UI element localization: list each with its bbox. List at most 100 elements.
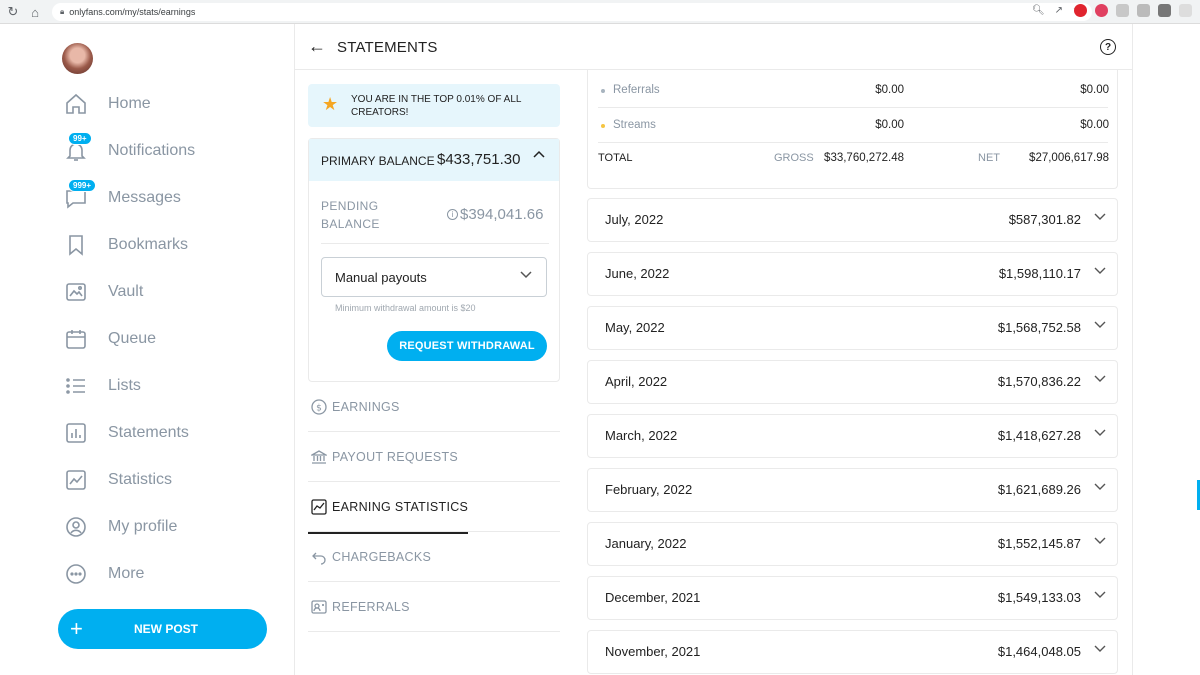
zoom-icon[interactable]: 🔍︎ <box>1032 5 1045 16</box>
menu-label: PAYOUT REQUESTS <box>332 449 459 464</box>
month-row-june-2022[interactable]: June, 2022 $1,598,110.17 <box>587 252 1118 296</box>
month-amount: $1,568,752.58 <box>997 320 1081 335</box>
sidebar-item-label: Statements <box>108 424 189 441</box>
sidebar-item-label: Queue <box>108 330 157 347</box>
sidebar-item-label: Notifications <box>108 142 196 159</box>
profile-icon <box>64 515 88 539</box>
summary-row-net: $0.00 <box>1080 84 1109 96</box>
info-icon[interactable]: i <box>447 209 458 220</box>
page-header: ← STATEMENTS ? <box>294 24 1132 70</box>
statements-icon <box>64 421 88 445</box>
sidebar-item-label: My profile <box>108 518 178 535</box>
summary-row-referrals: Referrals $0.00 $0.00 <box>588 74 1119 108</box>
vault-icon <box>64 280 88 304</box>
month-name: December, 2021 <box>605 590 701 605</box>
month-name: February, 2022 <box>605 482 693 497</box>
profile-square-icon[interactable] <box>1179 4 1192 17</box>
payout-method-value: Manual payouts <box>335 270 427 285</box>
month-row-july-2022[interactable]: July, 2022 $587,301.82 <box>587 198 1118 242</box>
puzzle-icon[interactable] <box>1158 4 1171 17</box>
sidebar-item-bookmarks[interactable]: Bookmarks <box>64 230 188 260</box>
menu-chargebacks[interactable]: CHARGEBACKS <box>308 532 560 582</box>
month-amount: $1,464,048.05 <box>997 644 1081 659</box>
menu-earnings[interactable]: $ EARNINGS <box>308 382 560 432</box>
month-row-february-2022[interactable]: February, 2022 $1,621,689.26 <box>587 468 1118 512</box>
summary-row-streams: Streams $0.00 $0.00 <box>588 109 1119 143</box>
extension-icon[interactable] <box>1116 4 1129 17</box>
home-icon <box>64 92 88 116</box>
month-name: May, 2022 <box>605 320 665 335</box>
chevron-down-icon <box>518 266 534 287</box>
sidebar-item-statements[interactable]: Statements <box>64 418 189 448</box>
earnings-summary-card: Referrals $0.00 $0.00 Streams $0.00 $0.0… <box>587 70 1118 189</box>
payout-method-select[interactable]: Manual payouts <box>321 257 547 297</box>
legend-dot <box>601 124 605 128</box>
sidebar-item-vault[interactable]: Vault <box>64 277 143 307</box>
month-row-january-2022[interactable]: January, 2022 $1,552,145.87 <box>587 522 1118 566</box>
menu-label: EARNING STATISTICS <box>332 499 469 514</box>
extension-icon[interactable] <box>1137 4 1150 17</box>
notification-badge: 99+ <box>68 132 92 145</box>
chevron-down-icon <box>1093 209 1107 226</box>
request-withdrawal-button[interactable]: REQUEST WITHDRAWAL <box>387 331 547 361</box>
month-amount: $587,301.82 <box>1008 212 1081 227</box>
share-icon[interactable]: ↗ <box>1055 5 1063 16</box>
divider <box>1132 24 1133 675</box>
menu-label: REFERRALS <box>332 599 410 614</box>
pending-balance-value: $394,041.66 <box>460 206 544 223</box>
bookmark-icon <box>64 233 88 257</box>
sidebar-item-my-profile[interactable]: My profile <box>64 512 177 542</box>
month-row-may-2022[interactable]: May, 2022 $1,568,752.58 <box>587 306 1118 350</box>
balance-card: PRIMARY BALANCE $433,751.30 PENDING BALA… <box>308 138 560 382</box>
month-amount: $1,598,110.17 <box>998 266 1081 281</box>
sidebar: Home 99+ Notifications 999+ Messages Boo… <box>0 24 294 675</box>
opera-extension-icon[interactable] <box>1074 4 1087 17</box>
sidebar-item-statistics[interactable]: Statistics <box>64 465 172 495</box>
sidebar-item-queue[interactable]: Queue <box>64 324 156 354</box>
month-row-december-2021[interactable]: December, 2021 $1,549,133.03 <box>587 576 1118 620</box>
chevron-down-icon <box>1093 371 1107 388</box>
menu-payout-requests[interactable]: PAYOUT REQUESTS <box>308 432 560 482</box>
dollar-icon: $ <box>310 398 328 416</box>
summary-row-gross: $0.00 <box>875 119 904 131</box>
chart-icon <box>310 498 328 516</box>
sidebar-item-label: Messages <box>108 189 181 206</box>
help-icon[interactable]: ? <box>1100 39 1116 55</box>
browser-toolbar: ↻ ⌂ 🔒︎ onlyfans.com/my/stats/earnings 🔍︎… <box>0 0 1200 24</box>
divider <box>321 243 549 244</box>
sidebar-item-label: Vault <box>108 283 144 300</box>
summary-row-net: $0.00 <box>1080 119 1109 131</box>
back-arrow-icon[interactable]: ← <box>308 36 326 57</box>
month-row-march-2022[interactable]: March, 2022 $1,418,627.28 <box>587 414 1118 458</box>
gross-total: $33,760,272.48 <box>824 152 904 164</box>
minimum-withdrawal-note: Minimum withdrawal amount is $20 <box>335 303 476 313</box>
adblock-extension-icon[interactable] <box>1095 4 1108 17</box>
chevron-up-icon[interactable] <box>532 148 546 167</box>
new-post-button[interactable]: + NEW POST <box>58 609 267 649</box>
menu-earning-statistics[interactable]: EARNING STATISTICS <box>308 482 560 532</box>
month-amount: $1,418,627.28 <box>997 428 1081 443</box>
list-icon <box>64 374 88 398</box>
sidebar-item-home[interactable]: Home <box>64 89 151 119</box>
address-bar[interactable]: 🔒︎ onlyfans.com/my/stats/earnings <box>52 3 1092 21</box>
reload-icon[interactable]: ↻ <box>2 1 24 23</box>
primary-balance-row[interactable]: PRIMARY BALANCE $433,751.30 <box>309 139 559 181</box>
sidebar-item-lists[interactable]: Lists <box>64 371 141 401</box>
menu-label: EARNINGS <box>332 399 400 414</box>
sidebar-item-label: Home <box>108 95 151 112</box>
sidebar-item-more[interactable]: More <box>64 559 144 589</box>
month-row-november-2021[interactable]: November, 2021 $1,464,048.05 <box>587 630 1118 674</box>
chevron-down-icon <box>1093 587 1107 604</box>
menu-referrals[interactable]: REFERRALS <box>308 582 560 632</box>
chevron-down-icon <box>1093 641 1107 658</box>
sidebar-item-messages[interactable]: 999+ Messages <box>64 179 181 213</box>
browser-home-icon[interactable]: ⌂ <box>24 1 46 23</box>
month-row-april-2022[interactable]: April, 2022 $1,570,836.22 <box>587 360 1118 404</box>
legend-dot <box>601 89 605 93</box>
avatar[interactable] <box>62 43 93 74</box>
sidebar-item-notifications[interactable]: 99+ Notifications <box>64 132 195 166</box>
star-icon: ★ <box>322 94 339 114</box>
banner-text: YOU ARE IN THE TOP 0.01% OF ALL CREATORS… <box>351 94 522 118</box>
month-name: June, 2022 <box>605 266 670 281</box>
statistics-icon <box>64 468 88 492</box>
